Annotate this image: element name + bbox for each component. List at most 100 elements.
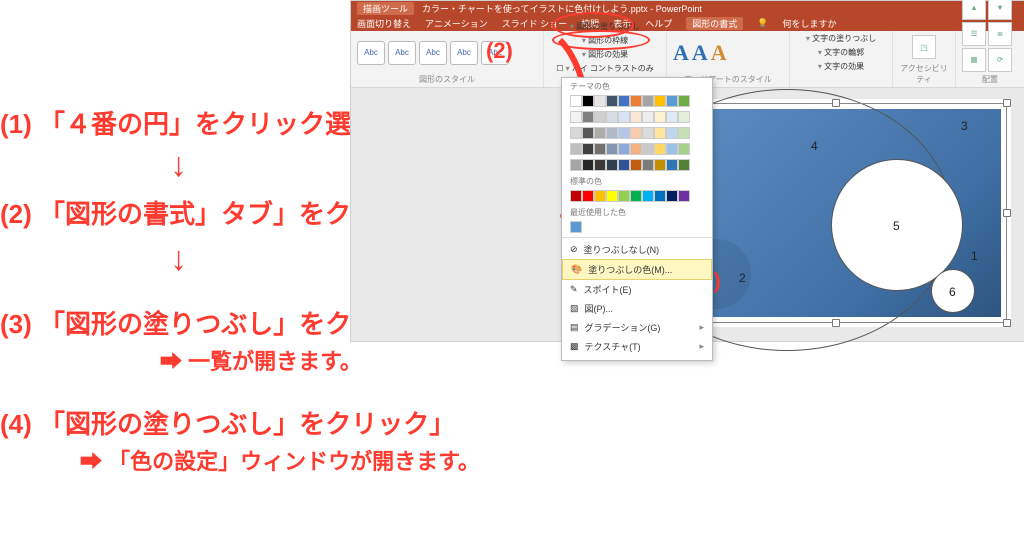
color-swatch[interactable] — [654, 159, 666, 171]
color-swatch[interactable] — [606, 127, 618, 139]
color-swatch[interactable] — [570, 111, 582, 123]
color-swatch[interactable] — [654, 127, 666, 139]
color-swatch[interactable] — [654, 143, 666, 155]
color-swatch[interactable] — [594, 95, 606, 107]
dropdown-item-texture[interactable]: ▩テクスチャ(T)▸ — [562, 337, 712, 356]
color-swatch[interactable] — [630, 127, 642, 139]
color-swatch[interactable] — [678, 159, 690, 171]
color-swatch[interactable] — [666, 190, 678, 202]
text-outline-button[interactable]: 文字の輪郭 — [818, 47, 864, 58]
align-button[interactable]: ≣ — [988, 22, 1012, 46]
color-swatch[interactable] — [666, 143, 678, 155]
color-swatch[interactable] — [582, 143, 594, 155]
color-swatch[interactable] — [630, 159, 642, 171]
dropdown-item-gradient[interactable]: ▤グラデーション(G)▸ — [562, 318, 712, 337]
selection-handle[interactable] — [1003, 99, 1011, 107]
color-swatch[interactable] — [642, 95, 654, 107]
color-swatch[interactable] — [654, 190, 666, 202]
shape-style-preset[interactable]: Abc — [419, 41, 447, 65]
bring-forward-button[interactable]: ▲ — [962, 0, 986, 20]
ribbon-tabs: 画面切り替え アニメーション スライド ショー 校閲 表示 ヘルプ 図形の書式 … — [351, 15, 1024, 31]
color-swatch[interactable] — [606, 111, 618, 123]
tell-me-input[interactable]: 何をしますか — [782, 17, 836, 30]
tab-animations[interactable]: アニメーション — [425, 17, 488, 30]
send-backward-button[interactable]: ▼ — [988, 0, 1012, 20]
color-swatch[interactable] — [594, 159, 606, 171]
document-title: カラー・チャートを使ってイラストに色付けしよう.pptx - PowerPoin… — [422, 2, 702, 15]
color-swatch[interactable] — [666, 111, 678, 123]
tab-transitions[interactable]: 画面切り替え — [357, 17, 411, 30]
color-swatch[interactable] — [618, 190, 630, 202]
color-swatch[interactable] — [582, 190, 594, 202]
color-swatch[interactable] — [630, 111, 642, 123]
color-swatch[interactable] — [594, 190, 606, 202]
shape-style-preset[interactable]: Abc — [357, 41, 385, 65]
color-swatch[interactable] — [678, 127, 690, 139]
color-swatch[interactable] — [666, 95, 678, 107]
color-swatch[interactable] — [630, 95, 642, 107]
text-fill-button[interactable]: 文字の塗りつぶし — [806, 33, 876, 44]
color-swatch[interactable] — [642, 190, 654, 202]
color-swatch[interactable] — [570, 190, 582, 202]
group-button[interactable]: ▦ — [962, 48, 986, 72]
shape-style-preset[interactable]: Abc — [388, 41, 416, 65]
color-swatch[interactable] — [594, 111, 606, 123]
color-swatch[interactable] — [678, 190, 690, 202]
color-swatch[interactable] — [582, 95, 594, 107]
color-swatch[interactable] — [606, 190, 618, 202]
color-swatch[interactable] — [606, 95, 618, 107]
color-swatch[interactable] — [642, 143, 654, 155]
dropdown-item-more-colors[interactable]: 🎨塗りつぶしの色(M)... — [562, 259, 712, 280]
color-swatch[interactable] — [570, 95, 582, 107]
dropdown-item-picture[interactable]: ▧図(P)... — [562, 299, 712, 318]
color-swatch[interactable] — [642, 159, 654, 171]
window-titlebar: 描画ツール カラー・チャートを使ってイラストに色付けしよう.pptx - Pow… — [351, 1, 1024, 15]
color-swatch[interactable] — [594, 127, 606, 139]
selection-handle[interactable] — [1003, 209, 1011, 217]
color-swatch[interactable] — [618, 143, 630, 155]
text-effects-button[interactable]: 文字の効果 — [818, 61, 864, 72]
color-swatch[interactable] — [678, 143, 690, 155]
color-swatch[interactable] — [570, 143, 582, 155]
color-swatch[interactable] — [666, 127, 678, 139]
wordart-preset[interactable]: A — [711, 40, 727, 66]
selection-handle[interactable] — [832, 319, 840, 327]
color-swatch[interactable] — [582, 111, 594, 123]
picture-icon: ▧ — [570, 303, 579, 314]
color-swatch[interactable] — [570, 159, 582, 171]
dropdown-item-eyedropper[interactable]: ✎スポイト(E) — [562, 280, 712, 299]
color-swatch[interactable] — [630, 190, 642, 202]
color-swatch[interactable] — [570, 127, 582, 139]
color-swatch[interactable] — [570, 221, 582, 233]
color-swatch[interactable] — [618, 159, 630, 171]
color-swatch[interactable] — [642, 111, 654, 123]
color-swatch[interactable] — [618, 95, 630, 107]
color-swatch[interactable] — [654, 95, 666, 107]
selection-handle[interactable] — [1003, 319, 1011, 327]
color-swatch[interactable] — [678, 95, 690, 107]
color-swatch[interactable] — [618, 127, 630, 139]
color-swatch[interactable] — [678, 111, 690, 123]
color-swatch[interactable] — [606, 159, 618, 171]
theme-color-row — [562, 157, 712, 173]
color-swatch[interactable] — [618, 111, 630, 123]
dropdown-item-no-fill[interactable]: ⊘塗りつぶしなし(N) — [562, 240, 712, 259]
contextual-tool-label: 描画ツール — [357, 2, 414, 15]
color-swatch[interactable] — [594, 143, 606, 155]
color-swatch[interactable] — [582, 127, 594, 139]
alt-text-button[interactable]: ◳ — [912, 35, 936, 59]
tab-shape-format[interactable]: 図形の書式 — [686, 17, 743, 30]
theme-color-row — [562, 109, 712, 125]
color-swatch[interactable] — [642, 127, 654, 139]
selection-handle[interactable] — [832, 99, 840, 107]
color-swatch[interactable] — [630, 143, 642, 155]
color-swatch[interactable] — [582, 159, 594, 171]
rotate-button[interactable]: ⟳ — [988, 48, 1012, 72]
color-swatch[interactable] — [606, 143, 618, 155]
recent-color-row — [562, 219, 712, 235]
shape-style-preset[interactable]: Abc — [450, 41, 478, 65]
color-swatch[interactable] — [666, 159, 678, 171]
selection-pane-button[interactable]: ☰ — [962, 22, 986, 46]
color-swatch[interactable] — [654, 111, 666, 123]
down-arrow-icon: ↓ — [170, 146, 187, 185]
